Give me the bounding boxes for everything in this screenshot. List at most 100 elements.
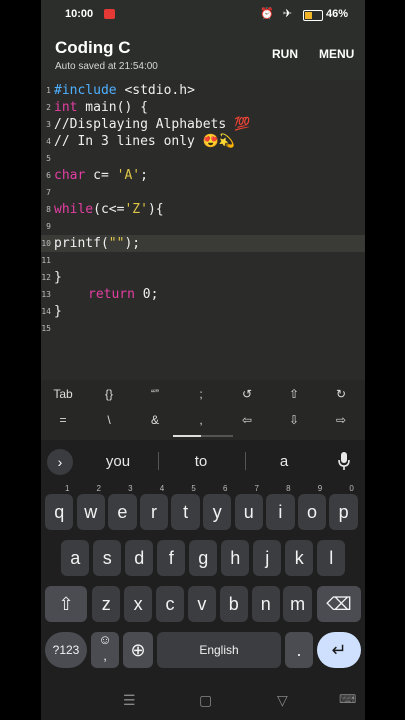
backspace-key[interactable]: ⌫ — [317, 586, 361, 622]
code-line[interactable]: 5 — [41, 150, 365, 167]
braces-key[interactable]: {} — [89, 387, 129, 401]
code-line[interactable]: 4 // In 3 lines only 😍💫 — [41, 133, 365, 150]
status-time: 10:00 — [65, 8, 94, 20]
redo-icon[interactable]: ↻ — [321, 387, 361, 401]
arrow-up-icon[interactable]: ⇧ — [274, 387, 314, 401]
menu-button[interactable]: MENU — [319, 47, 354, 61]
equals-key[interactable]: = — [43, 413, 83, 427]
code-token: (c<= — [93, 202, 125, 217]
code-line[interactable]: 3 //Displaying Alphabets 💯 — [41, 116, 365, 133]
tab-key[interactable]: Tab — [43, 387, 83, 401]
back-icon[interactable]: ▽ — [277, 692, 288, 709]
arrow-left-icon[interactable]: ⇦ — [227, 413, 267, 427]
key-hint: 9 — [317, 484, 323, 493]
comma-key[interactable]: , — [181, 413, 221, 427]
key-x[interactable]: x — [123, 586, 153, 622]
code-line[interactable]: 7 — [41, 184, 365, 201]
line-number: 8 — [46, 205, 51, 214]
enter-key[interactable]: ↵ — [317, 632, 361, 668]
backslash-key[interactable]: \ — [89, 413, 129, 427]
key-label: b — [228, 594, 239, 614]
page-indicator — [173, 435, 233, 437]
key-hint: 2 — [96, 484, 101, 493]
code-line[interactable]: 2 int main() { — [41, 99, 365, 116]
key-u[interactable]: u7 — [234, 484, 263, 530]
period-key[interactable]: . — [285, 632, 313, 668]
code-token: ){ — [147, 202, 164, 217]
key-j[interactable]: j — [253, 540, 282, 576]
semicolon-key[interactable]: ; — [181, 387, 221, 401]
home-icon[interactable]: ▢ — [199, 692, 212, 709]
code-line[interactable]: 8 while(c<='Z'){ — [41, 201, 365, 218]
suggestion-word[interactable]: a — [254, 453, 314, 470]
key-q[interactable]: q1 — [45, 484, 74, 530]
symbols-key[interactable]: ?123 — [45, 632, 87, 668]
key-d[interactable]: d — [125, 540, 154, 576]
code-line[interactable]: 12 } — [41, 269, 365, 286]
key-v[interactable]: v — [187, 586, 217, 622]
key-r[interactable]: r4 — [139, 484, 169, 530]
key-m[interactable]: m — [283, 586, 312, 622]
key-w[interactable]: w2 — [76, 484, 105, 530]
chevron-right-icon[interactable]: › — [47, 449, 73, 475]
key-i[interactable]: i8 — [266, 484, 295, 530]
quotes-key[interactable]: “” — [135, 387, 175, 401]
key-p[interactable]: p0 — [329, 484, 358, 530]
key-g[interactable]: g — [189, 540, 218, 576]
code-line[interactable]: 9 — [41, 218, 365, 235]
arrow-down-icon[interactable]: ⇩ — [274, 413, 314, 427]
ampersand-key[interactable]: & — [135, 413, 175, 427]
key-label: j — [265, 548, 270, 568]
suggestion-word[interactable]: you — [88, 453, 148, 470]
code-line-current[interactable]: 10 printf(""); — [41, 235, 365, 252]
code-token: } — [54, 304, 62, 319]
navigation-bar: ☰ ▢ ▽ ⌨ — [41, 682, 365, 720]
key-e[interactable]: e3 — [108, 484, 137, 530]
code-line[interactable]: 13 return 0; — [41, 286, 365, 303]
key-hint: 8 — [286, 484, 291, 493]
key-s[interactable]: s — [93, 540, 122, 576]
line-number: 2 — [46, 103, 51, 112]
code-line[interactable]: 6 char c= 'A'; — [41, 167, 365, 184]
key-label: n — [260, 594, 271, 614]
key-hint: 6 — [222, 484, 228, 493]
recents-icon[interactable]: ☰ — [123, 692, 136, 709]
key-label: m — [290, 594, 306, 614]
line-number: 9 — [46, 222, 51, 231]
suggestion-word[interactable]: to — [171, 453, 231, 470]
key-o[interactable]: o9 — [297, 484, 327, 530]
code-line[interactable]: 15 — [41, 320, 365, 337]
key-label: i — [278, 502, 283, 522]
key-c[interactable]: c — [155, 586, 185, 622]
key-l[interactable]: l — [317, 540, 346, 576]
key-a[interactable]: a — [61, 540, 90, 576]
space-bar[interactable]: English — [157, 632, 281, 668]
key-f[interactable]: f — [157, 540, 186, 576]
microphone-icon[interactable] — [337, 451, 351, 471]
code-editor[interactable]: 1 #include <stdio.h> 2 int main() { 3 //… — [41, 80, 365, 380]
line-number: 7 — [46, 188, 51, 197]
undo-icon[interactable]: ↺ — [227, 387, 267, 401]
key-h[interactable]: h — [221, 540, 250, 576]
shift-key[interactable]: ⇧ — [45, 586, 87, 622]
key-label: w — [84, 502, 98, 522]
code-line[interactable]: 11 — [41, 252, 365, 269]
key-b[interactable]: b — [219, 586, 248, 622]
arrow-right-icon[interactable]: ⇨ — [321, 413, 361, 427]
keyboard-switch-icon[interactable]: ⌨ — [339, 692, 356, 706]
key-z[interactable]: z — [92, 586, 121, 622]
code-line[interactable]: 1 #include <stdio.h> — [41, 82, 365, 99]
code-string: "" — [108, 236, 125, 251]
key-t[interactable]: t5 — [171, 484, 200, 530]
code-line[interactable]: 14 } — [41, 303, 365, 320]
emoji-comma-key[interactable]: ☺, — [91, 632, 119, 668]
key-y[interactable]: y6 — [203, 484, 232, 530]
key-hint: 3 — [128, 484, 133, 493]
run-button[interactable]: RUN — [272, 47, 298, 61]
globe-icon[interactable]: ⊕ — [123, 632, 153, 668]
key-n[interactable]: n — [251, 586, 280, 622]
key-k[interactable]: k — [285, 540, 314, 576]
code-token: ; — [140, 168, 148, 183]
app-bar: Coding C Auto saved at 21:54:00 RUN MENU — [41, 30, 365, 80]
status-bar: 10:00 ⏰ ✈ 46% — [41, 0, 365, 30]
